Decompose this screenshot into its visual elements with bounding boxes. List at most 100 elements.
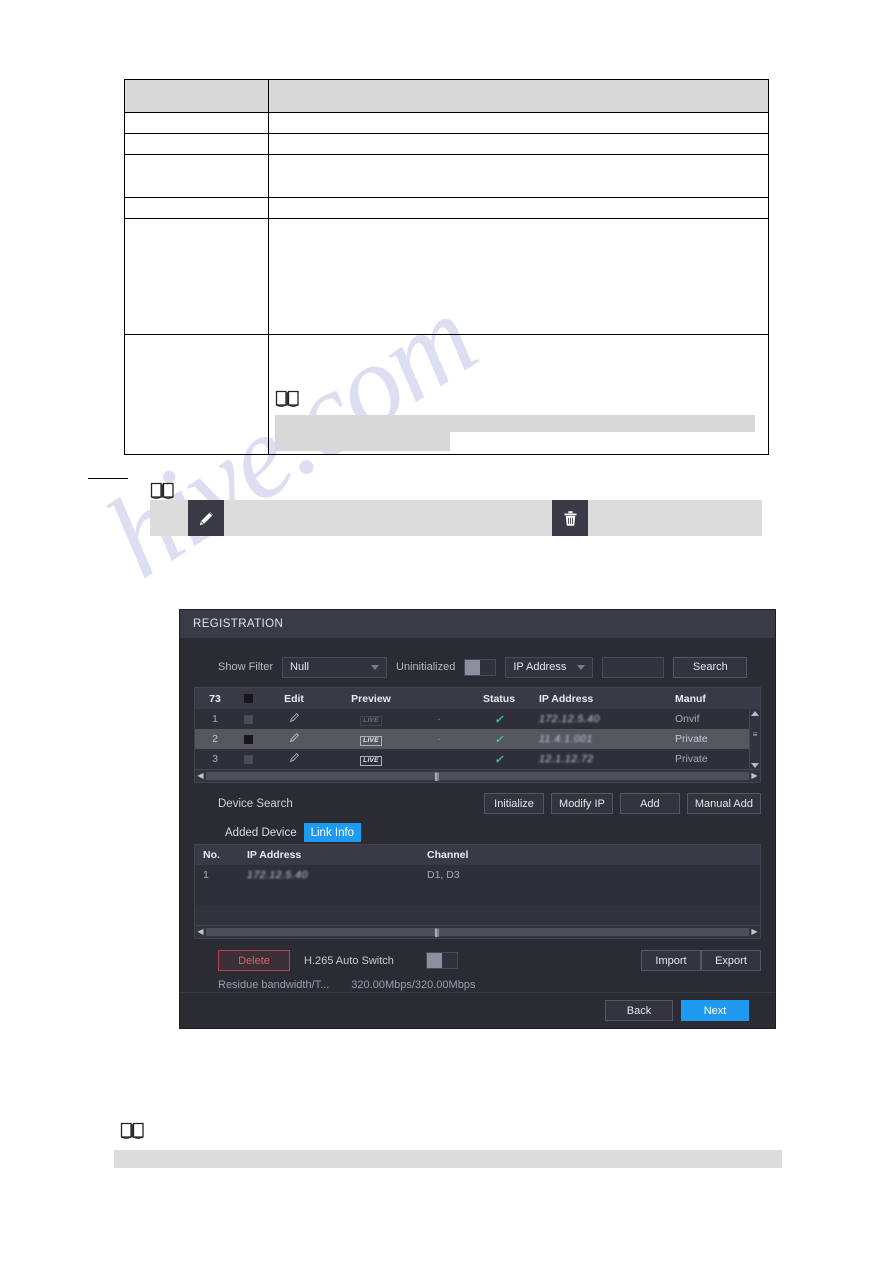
uninitialized-toggle[interactable] <box>464 658 497 676</box>
dialog-footer: Back Next <box>180 992 775 1028</box>
header-cell-description <box>268 79 769 113</box>
row-value-with-note <box>268 334 769 455</box>
scroll-thumb[interactable]: ||| <box>434 771 439 781</box>
search-type-select[interactable]: IP Address <box>505 656 594 678</box>
delete-button[interactable]: Delete <box>218 950 290 971</box>
search-type-value: IP Address <box>513 661 567 673</box>
table-empty-row <box>195 905 760 925</box>
initialize-button[interactable]: Initialize <box>484 793 545 814</box>
redacted-note-band <box>114 1150 782 1168</box>
toggle-knob <box>465 659 481 675</box>
row-number: 2 <box>212 733 218 745</box>
row-value <box>268 112 769 134</box>
scroll-right-arrow-icon[interactable]: ▶ <box>749 770 760 782</box>
header-select-all[interactable] <box>235 694 261 703</box>
header-cell-name <box>123 79 270 113</box>
table-row[interactable]: 3 LIVE ✓ 12.1.12.72 Private <box>195 749 760 769</box>
header-count: 73 <box>209 692 221 705</box>
redacted-note-line-1 <box>275 415 756 432</box>
row-value <box>268 154 769 198</box>
row-label <box>123 197 270 219</box>
scroll-thumb[interactable]: ||| <box>434 927 439 937</box>
row-edit-button[interactable] <box>261 732 327 746</box>
residue-bandwidth-value: 320.00Mbps/320.00Mbps <box>351 979 476 991</box>
row-manufacturer: Private <box>675 733 708 745</box>
redacted-note-band <box>150 500 762 536</box>
header-ip-address: IP Address <box>539 692 594 705</box>
table-row[interactable]: 2 LIVE · ✓ 11.4.1.001 Private <box>195 729 760 749</box>
scroll-track[interactable]: ||| <box>206 927 749 937</box>
row-value <box>268 218 769 335</box>
header-ip-address: IP Address <box>247 849 302 861</box>
scroll-right-arrow-icon[interactable]: ▶ <box>749 926 760 938</box>
tab-link-info[interactable]: Link Info <box>303 823 362 842</box>
row-preview-badge[interactable]: LIVE <box>327 753 415 766</box>
table-row <box>123 197 769 219</box>
row-channel: D1, D3 <box>427 869 460 881</box>
device-table-horizontal-scrollbar[interactable]: ◀ ||| ▶ <box>195 769 760 782</box>
row-number: 1 <box>212 713 218 725</box>
back-button[interactable]: Back <box>605 1000 673 1021</box>
row-checkbox[interactable] <box>235 754 261 764</box>
table-row <box>123 334 769 455</box>
table-row[interactable]: 1 LIVE · ✓ 172.12.5.40 Onvif <box>195 709 760 729</box>
registration-dialog: REGISTRATION Show Filter Null Uninitiali… <box>180 610 775 1028</box>
add-button[interactable]: Add <box>619 793 680 814</box>
table-row[interactable]: 1 172.12.5.40 D1, D3 <box>195 865 760 885</box>
row-number: 1 <box>203 869 209 881</box>
search-input[interactable] <box>602 656 665 678</box>
manual-add-button[interactable]: Manual Add <box>686 793 761 814</box>
toggle-knob <box>426 953 442 968</box>
next-button[interactable]: Next <box>681 1000 749 1021</box>
scroll-left-arrow-icon[interactable]: ◀ <box>195 926 206 938</box>
export-button[interactable]: Export <box>701 950 761 971</box>
table-row <box>123 218 769 335</box>
row-edit-button[interactable] <box>261 712 327 726</box>
trash-icon <box>552 500 588 536</box>
scroll-up-arrow-icon[interactable] <box>751 711 759 716</box>
row-label <box>123 218 270 335</box>
row-checkbox[interactable] <box>235 734 261 744</box>
row-checkbox[interactable] <box>235 714 261 724</box>
row-label <box>123 133 270 155</box>
scroll-down-arrow-icon[interactable] <box>751 763 759 768</box>
note-book-icon <box>120 1122 145 1146</box>
residue-bandwidth-row: Residue bandwidth/T... 320.00Mbps/320.00… <box>218 979 761 991</box>
modify-ip-button[interactable]: Modify IP <box>551 793 613 814</box>
table-row <box>123 133 769 155</box>
row-preview-badge[interactable]: LIVE <box>327 713 415 726</box>
show-filter-select[interactable]: Null <box>282 656 388 678</box>
scroll-thumb[interactable]: ≡ <box>751 731 759 739</box>
table-row <box>123 154 769 198</box>
row-status-icon: ✓ <box>494 713 504 726</box>
table-row <box>123 112 769 134</box>
tab-added-device[interactable]: Added Device <box>218 823 304 842</box>
search-button[interactable]: Search <box>673 656 748 678</box>
table-empty-row <box>195 885 760 905</box>
chevron-down-icon <box>371 665 380 670</box>
import-button[interactable]: Import <box>641 950 701 971</box>
device-table-header: 73 Edit Preview Status IP Address Manuf <box>195 688 760 709</box>
header-status: Status <box>482 692 516 705</box>
row-dot: · <box>437 714 441 725</box>
device-search-table: 73 Edit Preview Status IP Address Manuf … <box>194 687 761 783</box>
device-table-vertical-scrollbar[interactable]: ≡ <box>749 709 760 770</box>
added-device-table: No. IP Address Channel 1 172.12.5.40 D1,… <box>194 844 761 939</box>
row-dot: · <box>437 734 441 745</box>
row-ip-address: 172.12.5.40 <box>247 869 308 881</box>
added-table-header: No. IP Address Channel <box>195 845 760 865</box>
device-list-tabs: Added Device Link Info <box>218 823 761 842</box>
added-device-actions: Delete H.265 Auto Switch Import Export <box>218 950 761 971</box>
h265-auto-switch-toggle[interactable] <box>425 952 458 969</box>
chevron-down-icon <box>577 665 586 670</box>
redacted-note-line-2 <box>275 432 451 451</box>
uninitialized-label: Uninitialized <box>396 661 456 673</box>
scroll-left-arrow-icon[interactable]: ◀ <box>195 770 206 782</box>
row-edit-button[interactable] <box>261 752 327 766</box>
added-table-horizontal-scrollbar[interactable]: ◀ ||| ▶ <box>195 925 760 938</box>
pencil-icon <box>188 500 224 536</box>
scroll-track[interactable]: ||| <box>206 771 749 781</box>
row-preview-badge[interactable]: LIVE <box>327 733 415 746</box>
table-header-row <box>123 79 769 113</box>
row-label <box>123 154 270 198</box>
